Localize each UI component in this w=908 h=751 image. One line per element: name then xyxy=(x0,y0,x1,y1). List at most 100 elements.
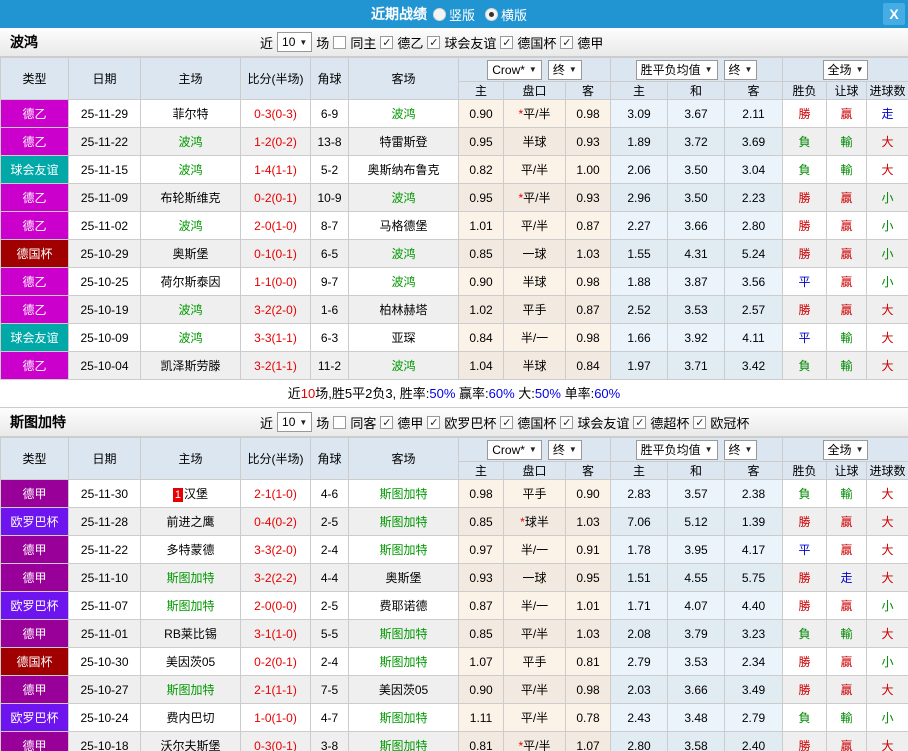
period-select[interactable]: 全场 ▼ xyxy=(822,59,869,80)
fulltime-score: 3-2 xyxy=(254,358,272,373)
odds-time-select[interactable]: 终 ▼ xyxy=(547,439,582,460)
handicap-value: 球半 xyxy=(524,515,549,529)
league-label[interactable]: 德乙 xyxy=(397,33,423,52)
team-sections: 波鸿近 10 ▼ 场同主 ✓ 德乙 ✓ 球会友谊 ✓ 德国杯 ✓ 德甲 类型 日期 主场 比分(半场) 角球 客场… xyxy=(0,28,908,751)
avg-away-odds: 2.11 xyxy=(723,99,784,128)
odds-time-select[interactable]: 终 ▼ xyxy=(723,59,758,80)
column-header: 客场 xyxy=(348,437,459,480)
halftime-score: (0-1) xyxy=(271,654,297,669)
match-row: 球会友谊 25-10-09 波鸿 3-3(1-1) 6-3 亚琛 0.84 半/一 0.98 1.… xyxy=(0,323,908,352)
league-checkbox[interactable] xyxy=(333,415,347,429)
match-count-select[interactable]: 10 ▼ xyxy=(277,412,313,432)
handicap: 平手 xyxy=(503,647,566,676)
league-checkbox[interactable]: ✓ xyxy=(500,35,514,49)
league-label[interactable]: 德超杯 xyxy=(650,413,689,432)
away-team-name: 奥斯纳布鲁克 xyxy=(367,163,440,177)
avg-draw-odds: 3.50 xyxy=(667,155,725,184)
match-date: 25-11-15 xyxy=(68,155,141,184)
league-label[interactable]: 球会友谊 xyxy=(444,33,496,52)
period-select[interactable]: 全场 ▼ xyxy=(822,439,869,460)
match-count-select-value: 10 xyxy=(282,35,296,49)
radio-circle-icon[interactable] xyxy=(485,7,498,21)
match-score: 1-0(1-0) xyxy=(240,703,311,732)
league-checkbox[interactable]: ✓ xyxy=(427,415,441,429)
league-checkbox[interactable]: ✓ xyxy=(560,35,574,49)
league-label[interactable]: 欧冠杯 xyxy=(710,413,749,432)
odds-time-select[interactable]: 终 ▼ xyxy=(723,439,758,460)
handicap-value: 半球 xyxy=(522,135,547,149)
league-label[interactable]: 德甲 xyxy=(397,413,423,432)
handicap: *平/半 xyxy=(503,99,566,128)
league-checkbox[interactable]: ✓ xyxy=(500,415,514,429)
summary-part: 单率: xyxy=(560,386,595,401)
league-checkbox[interactable] xyxy=(333,35,347,49)
same-venue-label[interactable]: 同主 xyxy=(350,33,376,52)
away-team: 波鸿 xyxy=(348,267,459,296)
league-label[interactable]: 德国杯 xyxy=(517,33,556,52)
sub-column-header: 进球数 xyxy=(866,461,908,480)
radio-vertical-layout[interactable]: 竖版 xyxy=(432,5,475,24)
match-date: 25-11-10 xyxy=(68,563,141,592)
league-label[interactable]: 德甲 xyxy=(577,33,603,52)
bookmaker-select[interactable]: Crow* ▼ xyxy=(487,439,542,460)
radio-circle-icon[interactable] xyxy=(432,7,446,21)
result-handicap: 贏 xyxy=(826,731,868,751)
team-name: 波鸿 xyxy=(10,34,38,50)
result-goals: 小 xyxy=(866,267,908,296)
team-section-header: 波鸿近 10 ▼ 场同主 ✓ 德乙 ✓ 球会友谊 ✓ 德国杯 ✓ 德甲 xyxy=(0,28,908,57)
result-wdl: 勝 xyxy=(782,211,828,240)
handicap: 平/半 xyxy=(503,155,566,184)
close-icon[interactable]: X xyxy=(883,3,905,25)
away-odds: 0.90 xyxy=(565,479,611,508)
league-checkbox[interactable]: ✓ xyxy=(380,415,394,429)
corner-score: 2-4 xyxy=(310,647,349,676)
league-checkbox[interactable]: ✓ xyxy=(380,35,394,49)
match-count-select[interactable]: 10 ▼ xyxy=(277,32,313,52)
league-label[interactable]: 球会友谊 xyxy=(577,413,629,432)
result-handicap: 贏 xyxy=(826,507,868,536)
avg-odds-select[interactable]: 胜平负均值 ▼ xyxy=(635,439,718,460)
odds-time-select[interactable]: 终 ▼ xyxy=(547,59,582,80)
league-label[interactable]: 欧罗巴杯 xyxy=(444,413,496,432)
away-team-name: 斯图加特 xyxy=(379,543,428,557)
rank-badge: 1 xyxy=(172,488,184,502)
league-label[interactable]: 德国杯 xyxy=(517,413,556,432)
bookmaker-select-value: Crow* xyxy=(492,62,525,77)
match-score: 0-4(0-2) xyxy=(240,507,311,536)
handicap-value: 平/半 xyxy=(523,739,551,751)
same-venue-label[interactable]: 同客 xyxy=(350,413,376,432)
avg-odds-select[interactable]: 胜平负均值 ▼ xyxy=(635,59,718,80)
home-team: 凯泽斯劳滕 xyxy=(140,351,241,380)
recent-results-panel: 近期战绩 竖版 横版 X 波鸿近 10 ▼ 场同主 ✓ 德乙 ✓ 球会友谊 ✓ 德国杯 ✓ 德甲 类型日… xyxy=(0,0,908,751)
match-score: 3-2(2-0) xyxy=(240,295,311,324)
avg-away-odds: 2.38 xyxy=(723,479,784,508)
result-wdl: 負 xyxy=(782,127,828,156)
avg-home-odds: 1.88 xyxy=(610,267,668,296)
sub-column-header: 客 xyxy=(565,461,611,480)
league-checkbox[interactable]: ✓ xyxy=(560,415,574,429)
league-checkbox[interactable]: ✓ xyxy=(693,415,707,429)
avg-draw-odds: 3.58 xyxy=(667,731,725,751)
result-goals: 小 xyxy=(866,591,908,620)
league-checkbox[interactable]: ✓ xyxy=(427,35,441,49)
match-date: 25-10-27 xyxy=(68,675,141,704)
result-goals: 大 xyxy=(866,675,908,704)
avg-home-odds: 2.43 xyxy=(610,703,668,732)
fulltime-score: 3-3 xyxy=(254,542,272,557)
result-wdl: 勝 xyxy=(782,99,828,128)
near-label: 近 xyxy=(260,415,274,431)
chevron-down-icon: ▼ xyxy=(744,445,753,454)
match-date: 25-10-29 xyxy=(68,239,141,268)
match-row: 德乙 25-10-19 波鸿 3-2(2-0) 1-6 柏林赫塔 1.02 平手 0.87 2.5… xyxy=(0,295,908,324)
league-checkbox[interactable]: ✓ xyxy=(633,415,647,429)
handicap-value: 半球 xyxy=(522,275,547,289)
match-type-badge: 德甲 xyxy=(0,563,69,592)
halftime-score: (2-0) xyxy=(271,542,297,557)
result-goals: 大 xyxy=(866,295,908,324)
match-type-badge: 德乙 xyxy=(0,99,69,128)
chevron-down-icon: ▼ xyxy=(528,445,537,454)
bookmaker-select[interactable]: Crow* ▼ xyxy=(487,59,542,80)
period-select-value: 全场 xyxy=(827,443,852,457)
away-team-name: 柏林赫塔 xyxy=(379,303,428,317)
radio-horizontal-layout[interactable]: 横版 xyxy=(485,5,527,24)
